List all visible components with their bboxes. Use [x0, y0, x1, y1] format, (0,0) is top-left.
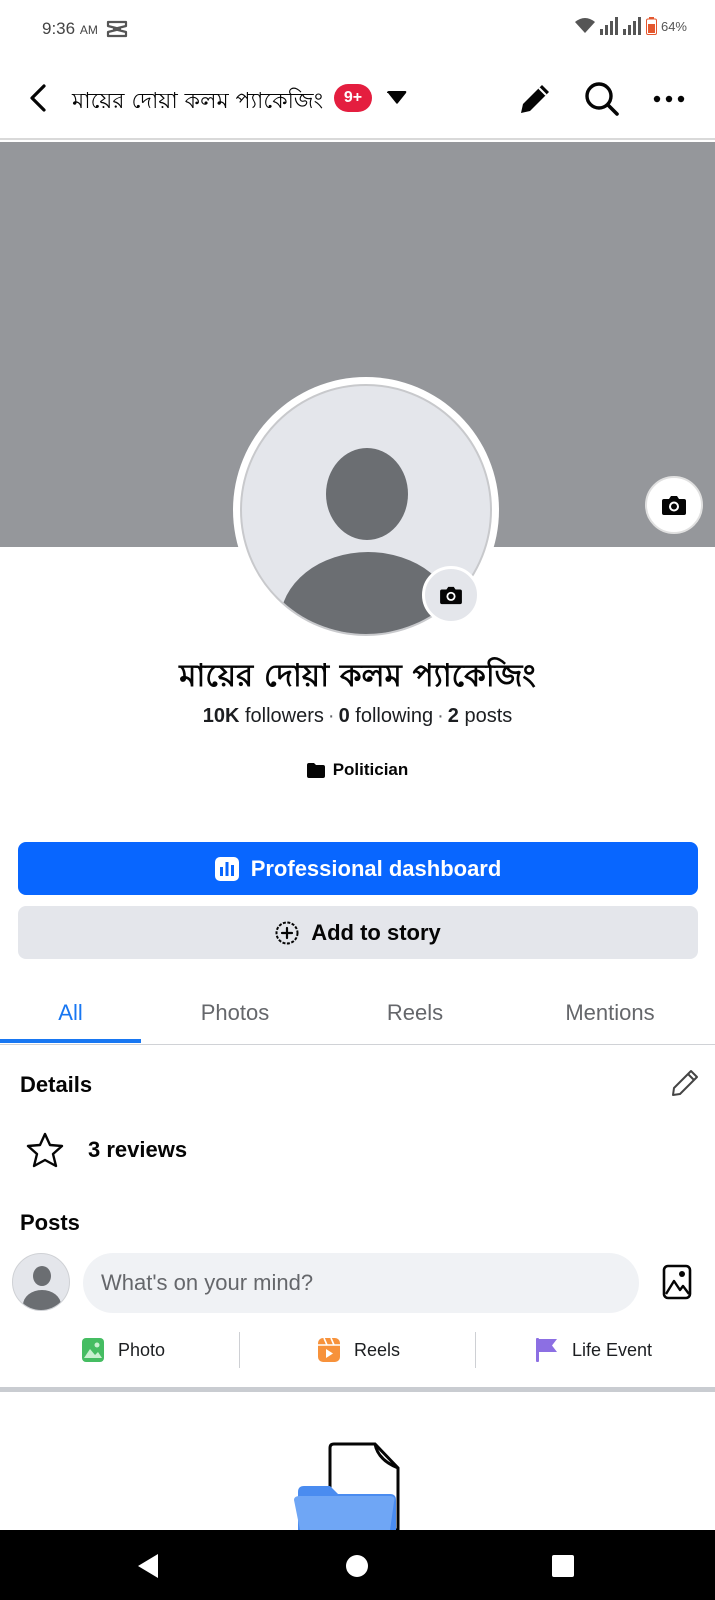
- category-label: Politician: [332, 760, 409, 779]
- separator-dot: ·: [437, 705, 444, 727]
- profile-stats: 10K followers · 0 following · 2 posts: [0, 705, 715, 728]
- profile-tabs: All Photos Reels Mentions: [0, 980, 715, 1045]
- followers-count[interactable]: 10K: [203, 705, 240, 727]
- top-bar: মায়ের দোয়া কলম প্যাকেজিং 9+: [0, 58, 715, 140]
- add-circle-icon: [275, 921, 299, 944]
- composer-actions: Photo Reels Life Event: [0, 1332, 715, 1368]
- following-count[interactable]: 0: [339, 705, 350, 727]
- composer-avatar[interactable]: [12, 1253, 70, 1311]
- reviews-row[interactable]: 3 reviews: [26, 1128, 187, 1172]
- category-icon: [306, 762, 325, 778]
- more-options-button[interactable]: [646, 76, 692, 122]
- nav-home-button[interactable]: [335, 1544, 379, 1588]
- status-time: 9:36 AM: [42, 19, 98, 39]
- page-category: Politician: [0, 760, 715, 780]
- life-event-action-label: Life Event: [572, 1339, 653, 1360]
- reels-action[interactable]: Reels: [318, 1332, 400, 1368]
- camera-icon: [440, 586, 462, 605]
- edit-cover-button[interactable]: [645, 476, 703, 534]
- posts-count: 2: [447, 705, 459, 727]
- battery-icon: [645, 17, 657, 35]
- avatar-head: [326, 448, 408, 540]
- profile-name: মায়ের দোয়া কলম প্যাকেজিং: [179, 658, 536, 694]
- more-dots-icon: [653, 95, 685, 103]
- battery-percent: 64%: [660, 18, 687, 34]
- reels-icon: [318, 1338, 340, 1362]
- composer-photo-button[interactable]: [657, 1260, 697, 1304]
- professional-dashboard-label: Professional dashboard: [250, 855, 502, 881]
- add-to-story-label: Add to story: [311, 919, 441, 945]
- empty-folder-icon: [294, 1442, 400, 1530]
- image-icon: [662, 1264, 692, 1300]
- back-arrow-icon: [30, 84, 46, 112]
- composer-avatar-body: [23, 1290, 61, 1310]
- reels-action-label: Reels: [354, 1339, 401, 1360]
- tab-photos[interactable]: Photos: [160, 980, 310, 1045]
- system-navigation-bar: [0, 1530, 715, 1600]
- profile-switch-dropdown[interactable]: [383, 86, 411, 110]
- page-title[interactable]: মায়ের দোয়া কলম প্যাকেজিং: [72, 84, 323, 121]
- edit-button[interactable]: [512, 76, 558, 122]
- divider: [475, 1332, 476, 1368]
- status-time-value: 9:36: [42, 19, 76, 38]
- pencil-icon: [521, 85, 549, 113]
- composer-avatar-head: [33, 1266, 51, 1286]
- notification-badge[interactable]: 9+: [334, 84, 372, 112]
- section-divider: [0, 1387, 715, 1392]
- status-bar: 9:36 AM 64%: [0, 0, 715, 58]
- edit-details-button[interactable]: [665, 1063, 705, 1103]
- posts-title: Posts: [20, 1210, 80, 1235]
- professional-dashboard-button[interactable]: Professional dashboard: [18, 842, 698, 895]
- pencil-outline-icon: [672, 1070, 698, 1096]
- add-to-story-button[interactable]: Add to story: [18, 906, 698, 959]
- circle-home-icon: [346, 1555, 368, 1577]
- composer-input[interactable]: What's on your mind?: [83, 1253, 639, 1313]
- search-icon: [585, 82, 619, 116]
- back-button[interactable]: [18, 76, 58, 120]
- search-button[interactable]: [579, 76, 625, 122]
- dashboard-icon: [214, 856, 239, 881]
- details-title: Details: [20, 1072, 93, 1097]
- tab-reels[interactable]: Reels: [345, 980, 485, 1045]
- posts-label: posts: [464, 705, 513, 727]
- status-time-ampm: AM: [79, 23, 98, 37]
- caret-down-icon: [387, 91, 407, 104]
- followers-label[interactable]: followers: [245, 705, 324, 727]
- following-label[interactable]: following: [355, 705, 433, 727]
- triangle-back-icon: [138, 1554, 158, 1578]
- photo-icon: [82, 1338, 104, 1362]
- separator-dot: ·: [327, 705, 335, 727]
- tab-mentions[interactable]: Mentions: [530, 980, 690, 1045]
- edit-profile-picture-button[interactable]: [422, 566, 480, 624]
- photo-action-label: Photo: [118, 1339, 166, 1360]
- tab-all[interactable]: All: [0, 980, 141, 1045]
- life-event-action[interactable]: Life Event: [536, 1332, 652, 1368]
- active-tab-indicator: [0, 1039, 141, 1043]
- divider: [239, 1332, 240, 1368]
- signal-icon: [599, 17, 641, 35]
- capcut-icon: [106, 20, 128, 38]
- star-icon: [26, 1132, 64, 1168]
- square-recents-icon: [552, 1555, 574, 1577]
- camera-icon: [662, 496, 686, 515]
- photo-action[interactable]: Photo: [82, 1332, 165, 1368]
- nav-back-button[interactable]: [126, 1544, 170, 1588]
- reviews-label: 3 reviews: [88, 1137, 188, 1162]
- wifi-icon: [574, 18, 595, 33]
- flag-icon: [536, 1338, 557, 1362]
- nav-recents-button[interactable]: [541, 1544, 585, 1588]
- status-indicators: 64%: [574, 17, 687, 35]
